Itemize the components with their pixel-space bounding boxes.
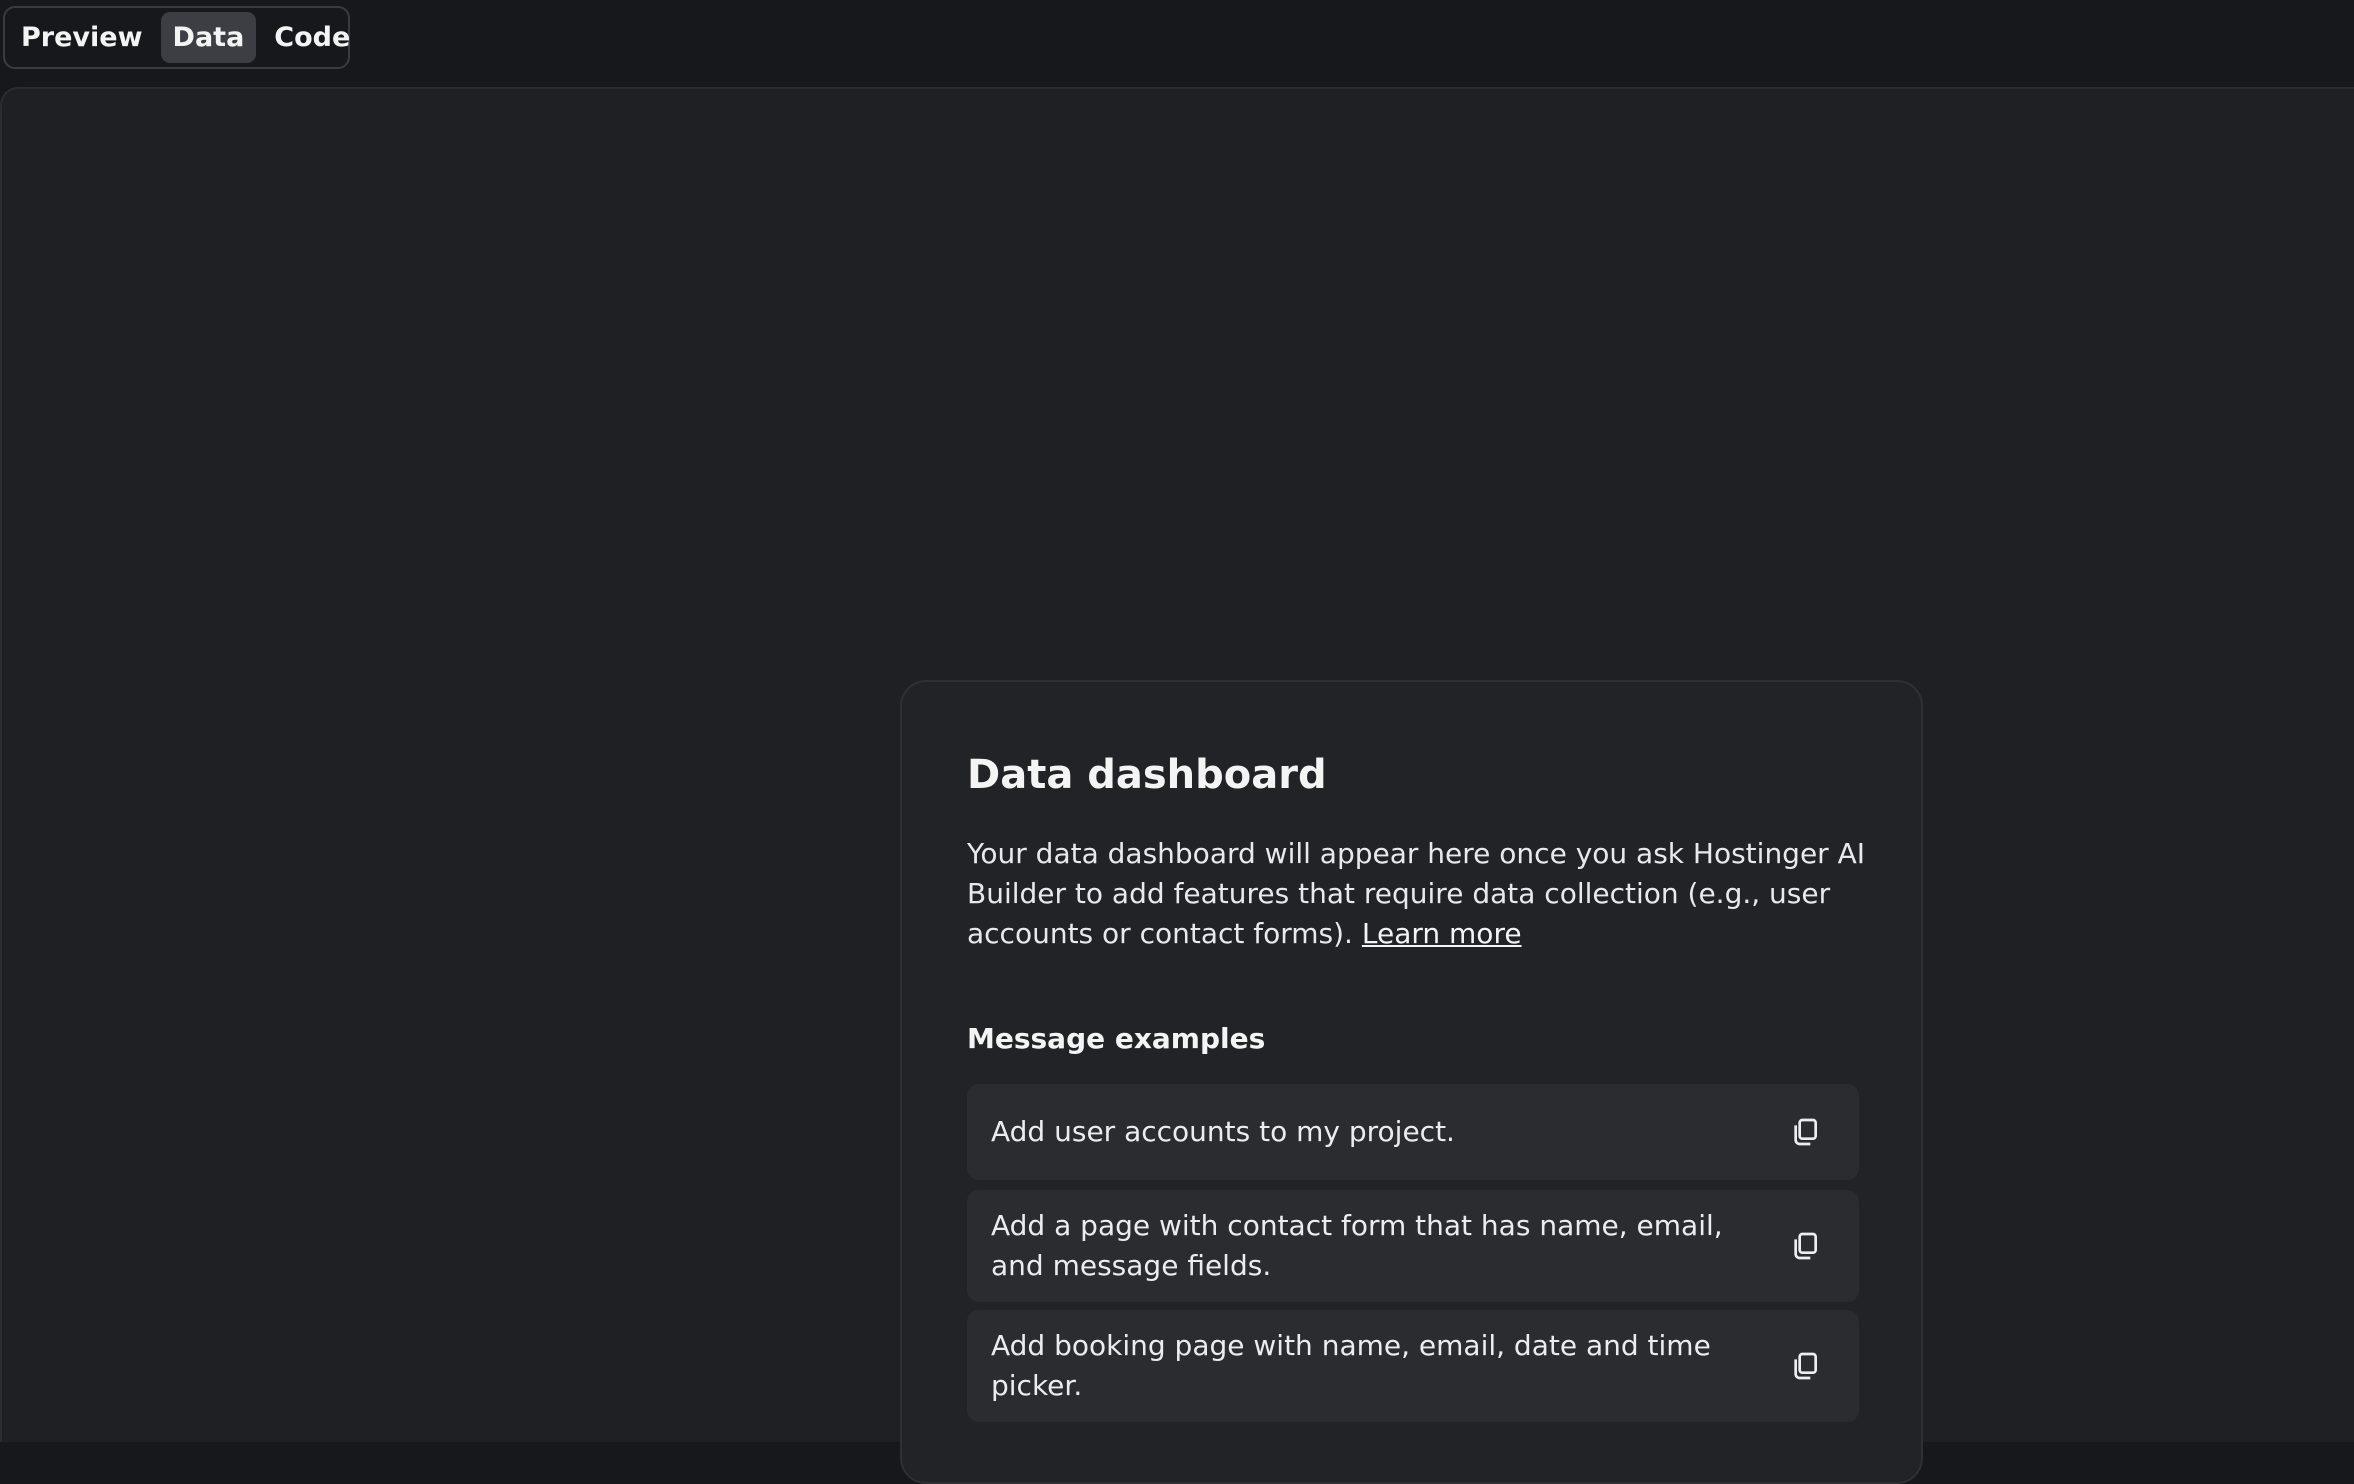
top-bar: Preview Data Code — [0, 0, 2354, 88]
tab-data[interactable]: Data — [160, 12, 257, 63]
tab-code[interactable]: Code — [262, 12, 362, 63]
learn-more-link[interactable]: Learn more — [1362, 917, 1522, 950]
view-tabs: Preview Data Code — [3, 6, 350, 69]
tab-preview[interactable]: Preview — [9, 12, 155, 63]
example-text: Add a page with contact form that has na… — [991, 1209, 1723, 1282]
example-text: Add user accounts to my project. — [991, 1115, 1455, 1148]
copy-icon[interactable] — [1789, 1230, 1821, 1262]
example-text: Add booking page with name, email, date … — [991, 1329, 1711, 1402]
data-workspace: Data dashboard Your data dashboard will … — [0, 87, 2354, 1484]
example-message-2[interactable]: Add a page with contact form that has na… — [967, 1190, 1859, 1302]
card-description: Your data dashboard will appear here onc… — [967, 834, 1867, 954]
message-examples-heading: Message examples — [967, 1022, 1266, 1055]
example-message-1[interactable]: Add user accounts to my project. — [967, 1084, 1859, 1180]
copy-icon[interactable] — [1789, 1350, 1821, 1382]
card-title: Data dashboard — [967, 752, 1327, 798]
copy-icon[interactable] — [1789, 1116, 1821, 1148]
data-dashboard-card: Data dashboard Your data dashboard will … — [900, 680, 1923, 1484]
example-message-3[interactable]: Add booking page with name, email, date … — [967, 1310, 1859, 1422]
